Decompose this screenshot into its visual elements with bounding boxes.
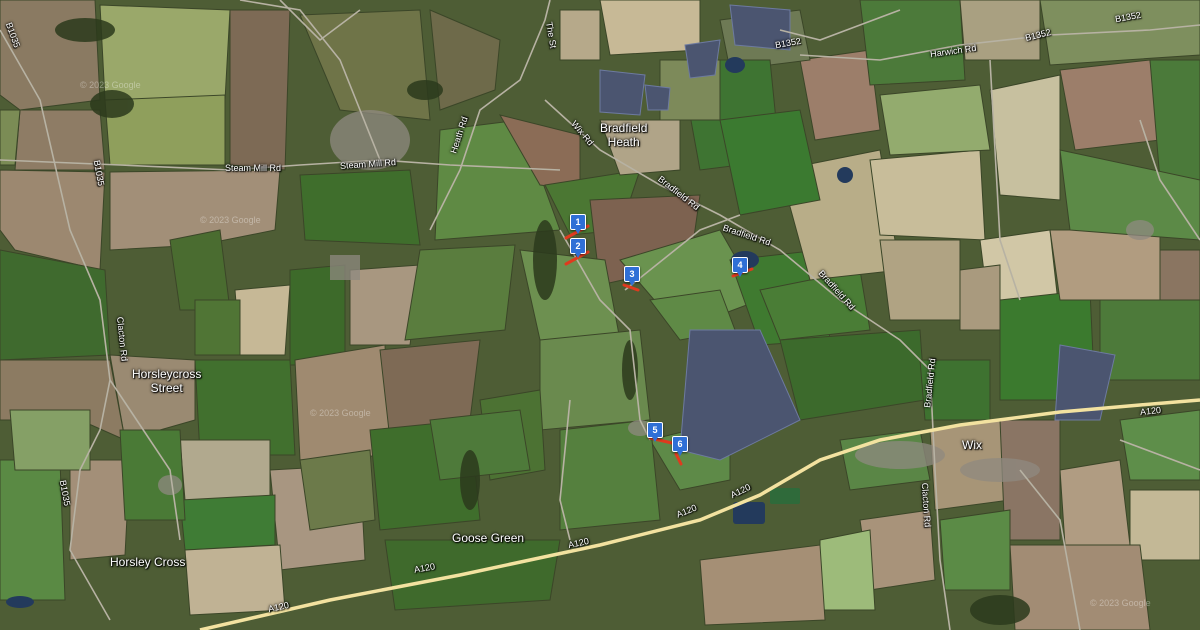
map-imagery [0,0,1200,630]
map-marker-1[interactable]: 1 [570,214,586,234]
map-marker-2[interactable]: 2 [570,238,586,258]
map-marker-6[interactable]: 6 [672,436,688,456]
map-marker-4[interactable]: 4 [732,257,748,277]
map-marker-3[interactable]: 3 [624,266,640,286]
copyright-watermark: © 2023 Google [1090,598,1151,608]
copyright-watermark: © 2023 Google [310,408,371,418]
copyright-watermark: © 2023 Google [200,215,261,225]
map-marker-5[interactable]: 5 [647,422,663,442]
satellite-map[interactable]: Bradfield Heath Horsleycross Street Goos… [0,0,1200,630]
copyright-watermark: © 2023 Google [80,80,141,90]
